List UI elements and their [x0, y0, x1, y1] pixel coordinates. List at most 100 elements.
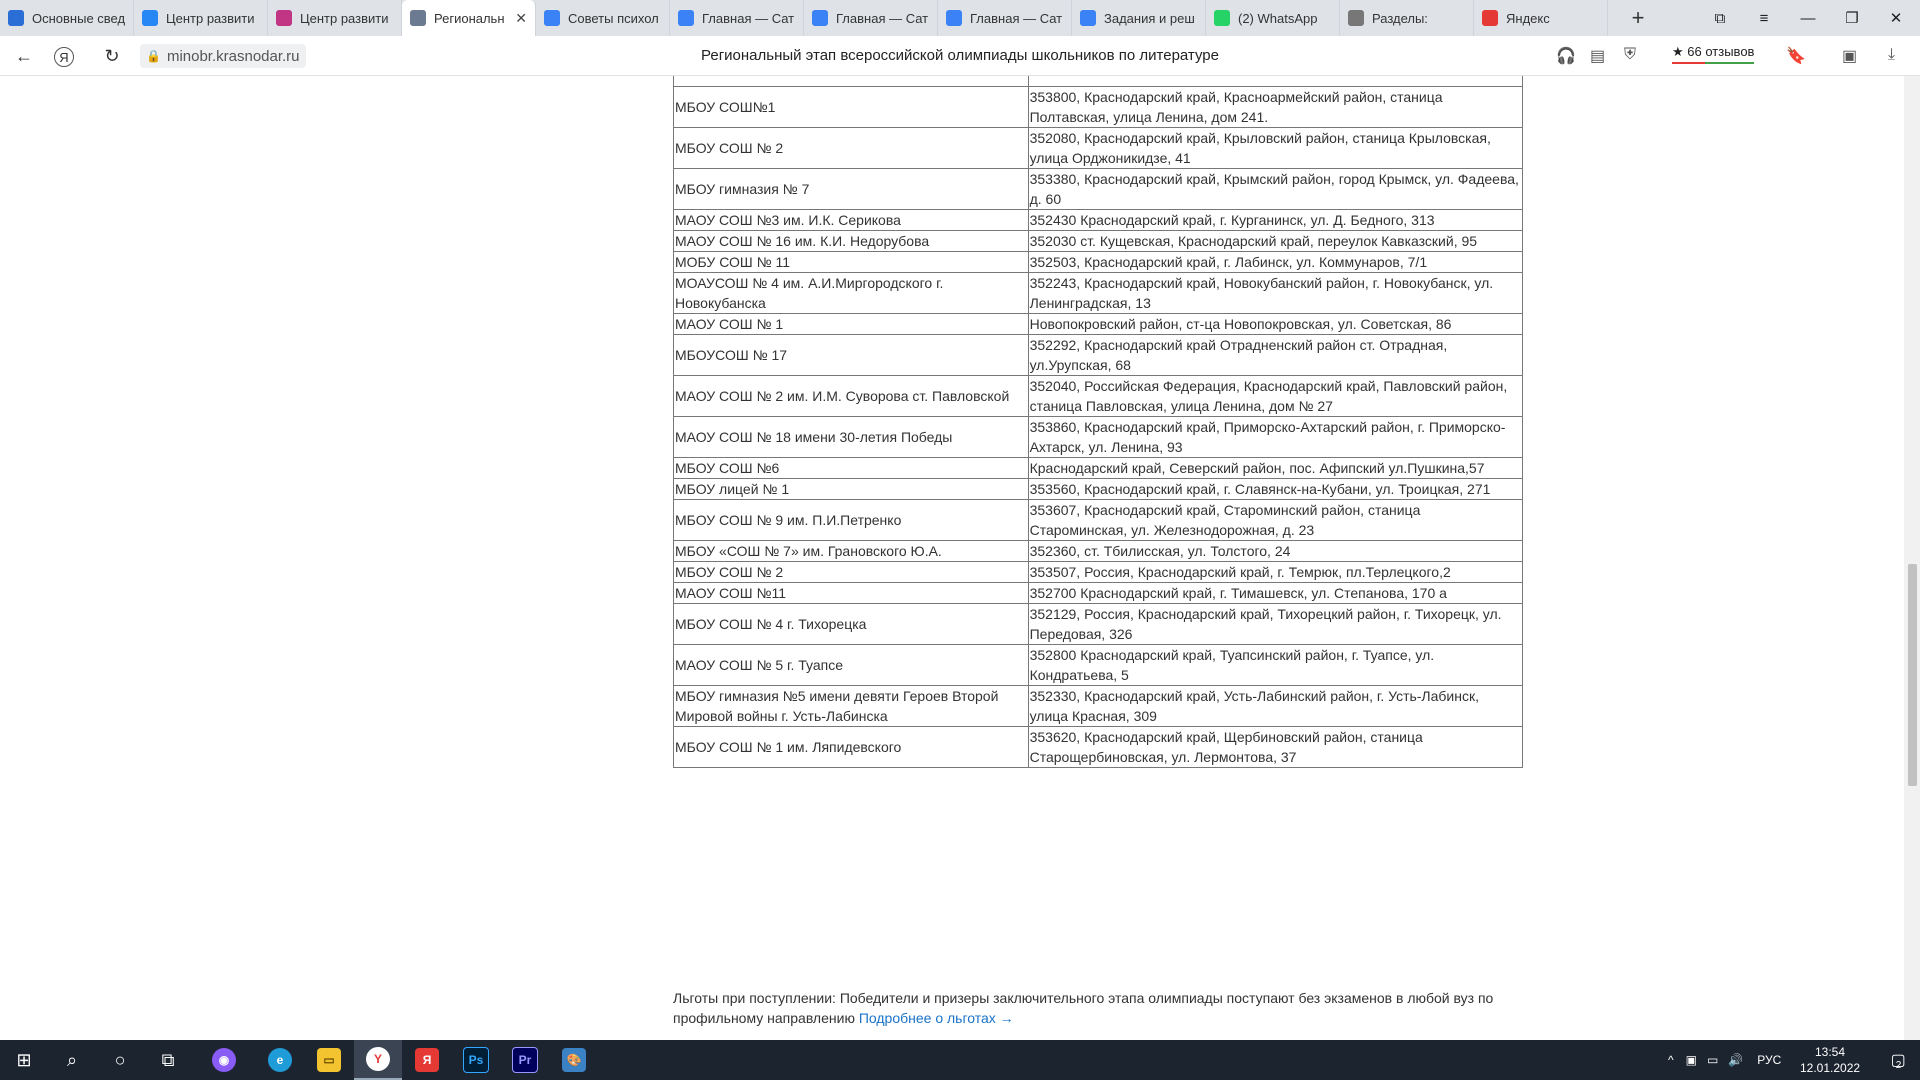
paint-icon[interactable]: 🎨: [550, 1040, 598, 1080]
table-row: МБОУ гимназия № 7 353380, Краснодарский к…: [673, 168, 1524, 210]
table-row: МБОУ СОШ №6 Краснодарский край, Северский…: [673, 457, 1524, 479]
document-icon: [1348, 10, 1364, 26]
alice-icon[interactable]: ◉: [200, 1040, 248, 1080]
page-content: МБОУ СОШ№1 353800, Краснодарский край, Кр…: [0, 76, 1904, 1040]
headphones-icon[interactable]: 🎧: [1556, 46, 1576, 66]
globe-icon: [410, 10, 426, 26]
benefits-link[interactable]: Подробнее о льготах →: [859, 1010, 1014, 1026]
school-name: МБОУ СОШ№1: [673, 86, 1029, 128]
browser-tab[interactable]: Главная — Сат: [804, 0, 938, 36]
whatsapp-icon: [1214, 10, 1230, 26]
start-button[interactable]: ⊞: [0, 1040, 48, 1080]
tab-label: Центр развити: [166, 10, 255, 26]
table-row: МОБУ СОШ № 11 352503, Краснодарский край,…: [673, 251, 1524, 273]
table-row: МБОУ СОШ № 1 им. Ляпидевского 353620, Кра…: [673, 726, 1524, 768]
browser-tab[interactable]: Советы психол: [536, 0, 670, 36]
file-explorer-icon[interactable]: ▭: [305, 1040, 353, 1080]
browser-tab[interactable]: Региональн ✕: [402, 0, 536, 36]
table-row: МБОУСОШ № 17 352292, Краснодарский край О…: [673, 334, 1524, 376]
yandex-browser-icon[interactable]: Y: [354, 1040, 402, 1080]
reader-mode-icon[interactable]: ▤: [1590, 46, 1605, 66]
browser-tab[interactable]: (2) WhatsApp: [1206, 0, 1340, 36]
school-address: 352503, Краснодарский край, г. Лабинск, …: [1027, 251, 1524, 273]
school-address: 353380, Краснодарский край, Крымский рай…: [1027, 168, 1524, 210]
table-row: МБОУ СОШ№1 353800, Краснодарский край, Кр…: [673, 86, 1524, 128]
site-icon: [812, 10, 828, 26]
browser-tab[interactable]: Разделы:: [1340, 0, 1474, 36]
site-icon: [946, 10, 962, 26]
reviews-badge[interactable]: ★ 66 отзывов: [1672, 44, 1755, 64]
notifications-icon[interactable]: ▢ 2: [1872, 1040, 1920, 1080]
browser-tab[interactable]: Яндекс: [1474, 0, 1608, 36]
browser-tab[interactable]: Задания и реш: [1072, 0, 1206, 36]
tab-label: Центр развити: [300, 10, 389, 26]
site-icon: [544, 10, 560, 26]
maximize-button[interactable]: ❐: [1830, 0, 1874, 36]
clock[interactable]: 13:54 12.01.2022: [1800, 1044, 1860, 1076]
school-address: 352800 Краснодарский край, Туапсинский р…: [1027, 644, 1524, 686]
browser-tab[interactable]: Центр развити: [134, 0, 268, 36]
school-name: МАОУ СОШ № 16 им. К.И. Недорубова: [673, 230, 1029, 252]
show-hidden-icons[interactable]: ^: [1668, 1053, 1674, 1067]
url-field[interactable]: 🔒 minobr.krasnodar.ru: [140, 44, 306, 68]
url-text: minobr.krasnodar.ru: [166, 47, 300, 65]
school-address: Новопокровский район, ст-ца Новопокровск…: [1027, 313, 1524, 335]
scrollbar-thumb[interactable]: [1908, 564, 1917, 786]
system-tray: ^ ▣ ▭ 🔊 РУС: [1668, 1040, 1781, 1080]
premiere-icon[interactable]: Pr: [501, 1040, 549, 1080]
tab-label: Основные свед: [32, 10, 125, 26]
browser-tab[interactable]: Основные свед: [0, 0, 134, 36]
network-icon[interactable]: ▭: [1707, 1053, 1718, 1067]
benefits-note: Льготы при поступлении: Победители и при…: [673, 988, 1513, 1028]
school-name: МБОУ «СОШ № 7» им. Грановского Ю.А.: [673, 540, 1029, 562]
school-address: 352030 ст. Кущевская, Краснодарский край…: [1027, 230, 1524, 252]
site-icon: [1080, 10, 1096, 26]
close-window-button[interactable]: ✕: [1874, 0, 1918, 36]
meet-now-icon[interactable]: ▣: [1686, 1053, 1697, 1067]
new-tab-button[interactable]: +: [1618, 0, 1658, 36]
yandex-icon[interactable]: Я: [403, 1040, 451, 1080]
school-name: МАОУ СОШ №11: [673, 582, 1029, 604]
bookmark-icon[interactable]: 🔖: [1786, 46, 1806, 66]
table-row: МБОУ лицей № 1 353560, Краснодарский край…: [673, 478, 1524, 500]
table-row: МАОУ СОШ №11 352700 Краснодарский край, г…: [673, 582, 1524, 604]
tab-label: Разделы:: [1372, 10, 1428, 26]
back-icon[interactable]: ←: [10, 42, 38, 70]
school-name: МОАУСОШ № 4 им. А.И.Миргородского г. Нов…: [673, 272, 1029, 314]
table-row: МБОУ СОШ № 2 352080, Краснодарский край, …: [673, 127, 1524, 169]
minimize-button[interactable]: —: [1786, 0, 1830, 36]
language-indicator[interactable]: РУС: [1757, 1053, 1781, 1067]
cortana-icon[interactable]: ○: [96, 1040, 144, 1080]
task-view-icon[interactable]: ⧉: [144, 1040, 192, 1080]
browser-tab[interactable]: Главная — Сат: [938, 0, 1072, 36]
bus-gov-icon: [8, 10, 24, 26]
table-row: МБОУ СОШ № 4 г. Тихорецка 352129, Россия,…: [673, 603, 1524, 645]
browser-tab[interactable]: Центр развити: [268, 0, 402, 36]
tab-label: Задания и реш: [1104, 10, 1195, 26]
tabs-menu-icon[interactable]: ⧉: [1698, 0, 1742, 36]
school-name: МБОУ СОШ № 2: [673, 561, 1029, 583]
yandex-home-icon[interactable]: Я: [54, 47, 74, 67]
school-address: 352360, ст. Тбилисская, ул. Толстого, 24: [1027, 540, 1524, 562]
collections-icon[interactable]: ▣: [1842, 46, 1857, 66]
table-row: МАОУ СОШ № 16 им. К.И. Недорубова 352030 …: [673, 230, 1524, 252]
menu-icon[interactable]: ≡: [1742, 0, 1786, 36]
search-icon[interactable]: ⌕: [48, 1040, 96, 1080]
scrollbar[interactable]: [1904, 76, 1920, 1040]
photoshop-icon[interactable]: Ps: [452, 1040, 500, 1080]
school-address: 352080, Краснодарский край, Крыловский р…: [1027, 127, 1524, 169]
browser-tab[interactable]: Главная — Сат: [670, 0, 804, 36]
school-name: МБОУ СОШ №6: [673, 457, 1029, 479]
protect-icon[interactable]: ⛨: [1624, 46, 1636, 64]
downloads-icon[interactable]: ⤓: [1888, 46, 1895, 64]
school-name: МБОУ СОШ № 4 г. Тихорецка: [673, 603, 1029, 645]
yandex-icon: [1482, 10, 1498, 26]
reload-icon[interactable]: ↻: [98, 42, 126, 70]
volume-icon[interactable]: 🔊: [1728, 1053, 1743, 1067]
lock-icon: 🔒: [146, 49, 161, 63]
school-name: МБОУ СОШ № 1 им. Ляпидевского: [673, 726, 1029, 768]
close-tab-icon[interactable]: ✕: [515, 10, 527, 27]
benefits-text: Льготы при поступлении: Победители и при…: [673, 990, 1494, 1026]
edge-icon[interactable]: e: [256, 1040, 304, 1080]
table-row: МАОУ СОШ № 18 имени 30-летия Победы 35386…: [673, 416, 1524, 458]
